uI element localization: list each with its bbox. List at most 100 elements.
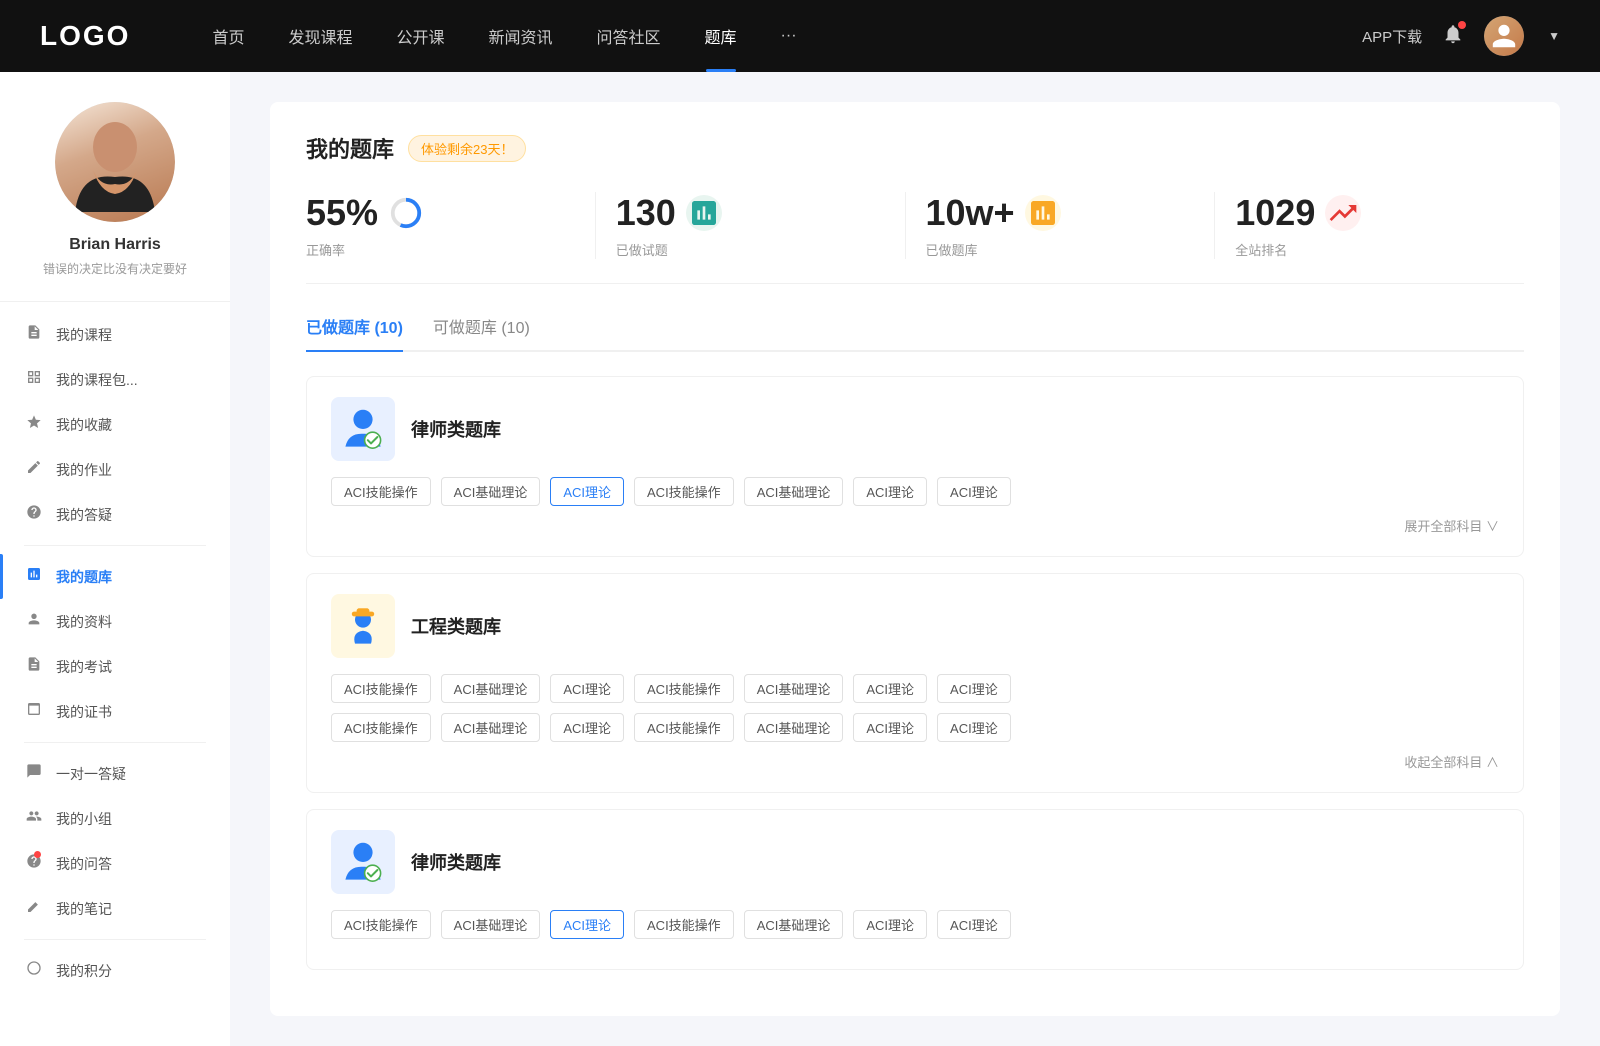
tag[interactable]: ACI理论 bbox=[937, 910, 1011, 939]
notification-bell[interactable] bbox=[1442, 23, 1464, 50]
done-questions-icon bbox=[686, 195, 722, 231]
tag[interactable]: ACI技能操作 bbox=[634, 910, 734, 939]
questions-icon bbox=[24, 504, 44, 525]
certificate-icon bbox=[24, 701, 44, 722]
tag[interactable]: ACI理论 bbox=[937, 713, 1011, 742]
sidebar-item-points[interactable]: 我的积分 bbox=[0, 948, 230, 993]
sidebar-item-my-data[interactable]: 我的资料 bbox=[0, 599, 230, 644]
stat-top: 130 bbox=[616, 192, 722, 234]
tag[interactable]: ACI技能操作 bbox=[331, 674, 431, 703]
bank-card-2: 工程类题库 ACI技能操作 ACI基础理论 ACI理论 ACI技能操作 ACI基… bbox=[306, 573, 1524, 793]
stats-row: 55% 正确率 130 bbox=[306, 192, 1524, 284]
tag[interactable]: ACI技能操作 bbox=[634, 713, 734, 742]
tag[interactable]: ACI基础理论 bbox=[441, 477, 541, 506]
sidebar-item-my-exam[interactable]: 我的考试 bbox=[0, 644, 230, 689]
sidebar-item-my-courses[interactable]: 我的课程 bbox=[0, 312, 230, 357]
tag[interactable]: ACI基础理论 bbox=[744, 674, 844, 703]
tab-done[interactable]: 已做题库 (10) bbox=[306, 314, 403, 350]
sidebar-item-quiz-bank[interactable]: 我的题库 bbox=[0, 554, 230, 599]
stat-value: 1029 bbox=[1235, 192, 1315, 234]
page-layout: Brian Harris 错误的决定比没有决定要好 我的课程 我的课程包... bbox=[0, 72, 1600, 1046]
nav-qa[interactable]: 问答社区 bbox=[575, 0, 683, 72]
avatar[interactable] bbox=[1484, 16, 1524, 56]
tag[interactable]: ACI理论 bbox=[853, 713, 927, 742]
nav-quiz[interactable]: 题库 bbox=[683, 0, 759, 72]
nav-more[interactable]: ··· bbox=[759, 0, 819, 72]
tag[interactable]: ACI技能操作 bbox=[331, 910, 431, 939]
logo: LOGO bbox=[40, 20, 130, 52]
expand-button[interactable]: 展开全部科目 ∨ bbox=[1404, 519, 1499, 534]
sidebar-item-favorites[interactable]: 我的收藏 bbox=[0, 402, 230, 447]
navbar: LOGO 首页 发现课程 公开课 新闻资讯 问答社区 题库 ··· APP下载 … bbox=[0, 0, 1600, 72]
stat-done-questions: 130 已做试题 bbox=[596, 192, 906, 259]
group-icon bbox=[24, 808, 44, 829]
tag[interactable]: ACI理论 bbox=[550, 910, 624, 939]
bank-title: 工程类题库 bbox=[411, 613, 501, 639]
bank-footer: 收起全部科目 ∧ bbox=[331, 752, 1499, 772]
sidebar-label: 我的考试 bbox=[56, 657, 112, 677]
nav-home[interactable]: 首页 bbox=[190, 0, 266, 72]
tag[interactable]: ACI基础理论 bbox=[744, 713, 844, 742]
bank-1-tags: ACI技能操作 ACI基础理论 ACI理论 ACI技能操作 ACI基础理论 AC… bbox=[331, 477, 1499, 506]
sidebar-label: 我的证书 bbox=[56, 702, 112, 722]
sidebar-item-questions[interactable]: 我的答疑 bbox=[0, 492, 230, 537]
sidebar-item-my-qa[interactable]: 我的问答 bbox=[0, 841, 230, 886]
tag[interactable]: ACI理论 bbox=[853, 674, 927, 703]
tag[interactable]: ACI基础理论 bbox=[744, 477, 844, 506]
sidebar-label: 我的答疑 bbox=[56, 505, 112, 525]
sidebar-item-group[interactable]: 我的小组 bbox=[0, 796, 230, 841]
page-title: 我的题库 bbox=[306, 132, 394, 164]
tag[interactable]: ACI理论 bbox=[550, 674, 624, 703]
sidebar-label: 我的收藏 bbox=[56, 415, 112, 435]
sidebar-item-packages[interactable]: 我的课程包... bbox=[0, 357, 230, 402]
tag[interactable]: ACI理论 bbox=[853, 910, 927, 939]
exam-icon bbox=[24, 656, 44, 677]
sidebar-item-notes[interactable]: 我的笔记 bbox=[0, 886, 230, 931]
bank-title: 律师类题库 bbox=[411, 416, 501, 442]
tag[interactable]: ACI技能操作 bbox=[331, 713, 431, 742]
tag[interactable]: ACI基础理论 bbox=[744, 910, 844, 939]
stat-label: 正确率 bbox=[306, 240, 345, 259]
tag[interactable]: ACI理论 bbox=[853, 477, 927, 506]
stat-label: 全站排名 bbox=[1235, 240, 1287, 259]
tag[interactable]: ACI技能操作 bbox=[634, 674, 734, 703]
nav-discover[interactable]: 发现课程 bbox=[266, 0, 374, 72]
tag[interactable]: ACI基础理论 bbox=[441, 713, 541, 742]
tag[interactable]: ACI理论 bbox=[937, 674, 1011, 703]
sidebar-item-one-on-one[interactable]: 一对一答疑 bbox=[0, 751, 230, 796]
trial-badge: 体验剩余23天！ bbox=[408, 135, 526, 162]
bank-icon-engineer bbox=[331, 594, 395, 658]
stat-accuracy: 55% 正确率 bbox=[306, 192, 596, 259]
avatar-chevron-icon[interactable]: ▼ bbox=[1548, 29, 1560, 43]
qa-notification-dot bbox=[34, 851, 41, 858]
app-download-button[interactable]: APP下载 bbox=[1362, 26, 1422, 47]
bank-header: 工程类题库 bbox=[331, 594, 1499, 658]
stat-value: 10w+ bbox=[926, 192, 1015, 234]
bank-2-tags-row2: ACI技能操作 ACI基础理论 ACI理论 ACI技能操作 ACI基础理论 AC… bbox=[331, 713, 1499, 742]
page-title-row: 我的题库 体验剩余23天！ bbox=[306, 132, 1524, 164]
tag[interactable]: ACI技能操作 bbox=[331, 477, 431, 506]
tag[interactable]: ACI基础理论 bbox=[441, 674, 541, 703]
profile-avatar bbox=[55, 102, 175, 222]
menu-divider-2 bbox=[24, 742, 206, 743]
nav-open-course[interactable]: 公开课 bbox=[374, 0, 466, 72]
stat-value: 55% bbox=[306, 192, 378, 234]
tag[interactable]: ACI理论 bbox=[550, 713, 624, 742]
main-content: 我的题库 体验剩余23天！ 55% bbox=[230, 72, 1600, 1046]
tag[interactable]: ACI技能操作 bbox=[634, 477, 734, 506]
bank-card-1: 律师类题库 ACI技能操作 ACI基础理论 ACI理论 ACI技能操作 ACI基… bbox=[306, 376, 1524, 557]
my-data-icon bbox=[24, 611, 44, 632]
tag[interactable]: ACI基础理论 bbox=[441, 910, 541, 939]
tag[interactable]: ACI理论 bbox=[550, 477, 624, 506]
bank-footer: 展开全部科目 ∨ bbox=[331, 516, 1499, 536]
sidebar-item-certificate[interactable]: 我的证书 bbox=[0, 689, 230, 734]
tag[interactable]: ACI理论 bbox=[937, 477, 1011, 506]
nav-news[interactable]: 新闻资讯 bbox=[467, 0, 575, 72]
tab-available[interactable]: 可做题库 (10) bbox=[433, 314, 530, 350]
sidebar-item-homework[interactable]: 我的作业 bbox=[0, 447, 230, 492]
done-banks-icon bbox=[1025, 195, 1061, 231]
collapse-button[interactable]: 收起全部科目 ∧ bbox=[1404, 755, 1499, 770]
menu-divider-3 bbox=[24, 939, 206, 940]
sidebar-label: 我的笔记 bbox=[56, 899, 112, 919]
user-motto: 错误的决定比没有决定要好 bbox=[43, 260, 187, 277]
